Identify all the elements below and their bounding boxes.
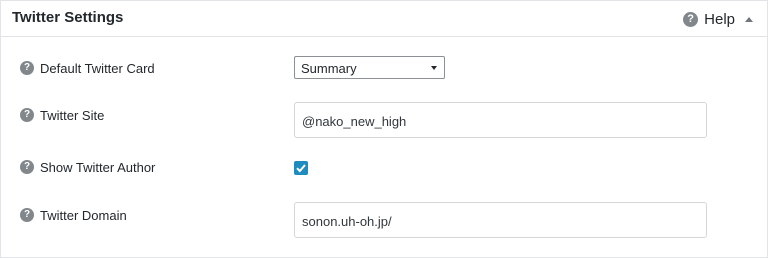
twitter-settings-panel: Twitter Settings ? Help ? Default Twitte… bbox=[0, 0, 768, 258]
show-twitter-author-checkbox[interactable] bbox=[294, 161, 308, 175]
field-label-twitter-domain: ? Twitter Domain bbox=[20, 207, 127, 223]
help-toggle[interactable]: ? Help bbox=[683, 9, 753, 29]
default-twitter-card-select[interactable]: Summary bbox=[294, 56, 445, 79]
panel-title: Twitter Settings bbox=[12, 9, 124, 26]
panel-header: Twitter Settings ? Help bbox=[1, 1, 767, 37]
show-twitter-author-label: Show Twitter Author bbox=[40, 159, 156, 175]
chevron-down-icon bbox=[431, 66, 437, 70]
question-circle-icon[interactable]: ? bbox=[20, 208, 34, 222]
field-label-twitter-site: ? Twitter Site bbox=[20, 107, 104, 123]
twitter-site-value: @nako_new_high bbox=[302, 114, 407, 129]
twitter-site-label: Twitter Site bbox=[40, 107, 105, 123]
field-label-show-twitter-author: ? Show Twitter Author bbox=[20, 159, 155, 175]
triangle-up-icon[interactable] bbox=[745, 16, 753, 22]
checkmark-icon bbox=[296, 164, 306, 173]
default-twitter-card-label: Default Twitter Card bbox=[40, 60, 155, 76]
question-circle-icon[interactable]: ? bbox=[683, 11, 699, 27]
twitter-domain-value: sonon.uh-oh.jp/ bbox=[302, 214, 392, 229]
question-circle-icon[interactable]: ? bbox=[20, 61, 34, 75]
twitter-domain-label: Twitter Domain bbox=[40, 207, 127, 223]
twitter-domain-input[interactable]: sonon.uh-oh.jp/ bbox=[294, 202, 707, 238]
question-circle-icon[interactable]: ? bbox=[20, 108, 34, 122]
default-twitter-card-value: Summary bbox=[301, 61, 357, 76]
help-label[interactable]: Help bbox=[704, 11, 735, 28]
field-label-default-twitter-card: ? Default Twitter Card bbox=[20, 60, 155, 76]
panel-body: ? Default Twitter Card Summary ? Twitter… bbox=[1, 37, 767, 257]
question-circle-icon[interactable]: ? bbox=[20, 160, 34, 174]
twitter-site-input[interactable]: @nako_new_high bbox=[294, 102, 707, 138]
